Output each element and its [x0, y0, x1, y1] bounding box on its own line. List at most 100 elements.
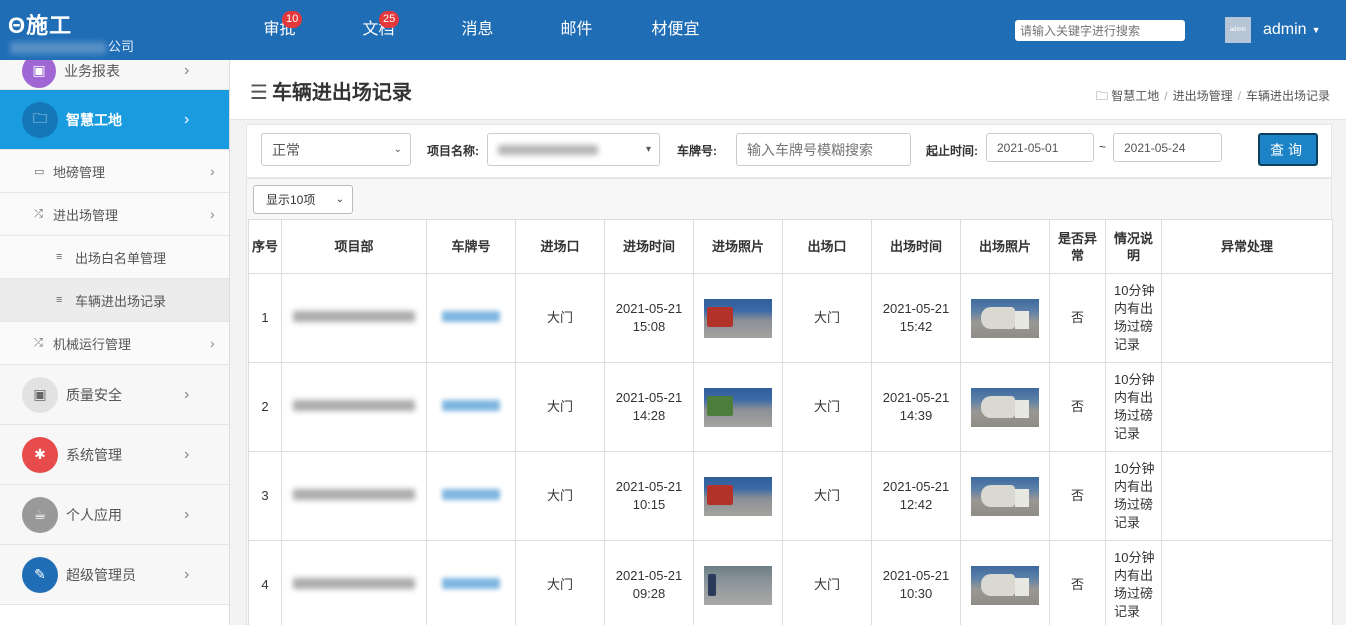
end-date-input[interactable]: 2021-05-24 — [1113, 133, 1222, 162]
exit-photo-cell — [960, 362, 1050, 452]
column-header: 出场照片 — [960, 219, 1050, 274]
situation-note: 10分钟内有出场过磅记录 — [1105, 362, 1162, 452]
logo[interactable]: Θ施工 公司 — [6, 8, 206, 56]
truck-cab-image — [1015, 488, 1029, 507]
entry-time: 2021-05-21 10:15 — [604, 451, 694, 541]
chevron-right-icon: › — [184, 505, 190, 523]
project-cell — [281, 540, 427, 625]
vehicle-records-table: 序号 项目部 车牌号 进场口 进场时间 进场照片 出场口 出场时间 出场照片 是… — [248, 219, 1333, 625]
user-menu[interactable]: admin admin ▼ — [1225, 17, 1321, 43]
exit-time: 2021-05-21 14:39 — [871, 362, 961, 452]
exit-photo-cell — [960, 540, 1050, 625]
sidebar-item-whitelist[interactable]: ≡ 出场白名单管理 — [0, 236, 229, 279]
entry-photo[interactable] — [704, 298, 772, 338]
coffee-icon: ☕ — [22, 496, 58, 533]
exit-photo[interactable] — [971, 387, 1039, 427]
entry-photo[interactable] — [704, 565, 772, 605]
blurred-plate-number — [442, 400, 500, 411]
exit-photo[interactable] — [971, 565, 1039, 605]
plate-cell[interactable] — [426, 362, 516, 452]
sidebar-item-vehicle-records[interactable]: ≡ 车辆进出场记录 — [0, 279, 229, 322]
nav-mail[interactable]: 邮件 — [527, 0, 626, 60]
chevron-right-icon: › — [184, 385, 190, 403]
page-size-select[interactable]: 显示10项 ⌄ — [253, 185, 353, 214]
entry-photo[interactable] — [704, 387, 772, 427]
status-select[interactable]: 正常 ⌄ — [261, 133, 411, 166]
sidebar-item-business-reports[interactable]: ▣ 业务报表 › — [0, 60, 229, 90]
entry-time: 2021-05-21 15:08 — [604, 273, 694, 363]
nav-label: 消息 — [461, 21, 494, 38]
breadcrumb-item[interactable]: 智慧工地 — [1111, 89, 1159, 103]
column-header: 情况说明 — [1105, 219, 1162, 274]
nav-messages[interactable]: 消息 — [428, 0, 527, 60]
sidebar-item-label: 机械运行管理 — [53, 336, 132, 352]
entry-photo[interactable] — [704, 476, 772, 516]
exit-photo[interactable] — [971, 476, 1039, 516]
sidebar-item-personal[interactable]: ☕ 个人应用 › — [0, 485, 229, 545]
breadcrumb-separator: / — [1164, 89, 1168, 103]
global-search-input[interactable] — [1015, 20, 1185, 41]
nav-approval[interactable]: 审批 10 — [230, 0, 329, 60]
plate-search-input[interactable] — [736, 133, 911, 166]
person-image — [708, 573, 716, 596]
abnormal-flag: 否 — [1049, 273, 1106, 363]
nav-label: 邮件 — [560, 21, 593, 38]
column-header: 出场时间 — [871, 219, 961, 274]
breadcrumb-item[interactable]: 进出场管理 — [1173, 89, 1233, 103]
plate-cell[interactable] — [426, 273, 516, 363]
nav-documents[interactable]: 文档 25 — [329, 0, 428, 60]
sidebar-item-smart-site[interactable]: 🗀 智慧工地 › — [0, 90, 229, 150]
chevron-right-icon: › — [210, 206, 215, 222]
project-select[interactable]: ▾ — [487, 133, 660, 166]
truck-image — [707, 395, 733, 416]
list-icon: ≡ — [56, 294, 63, 306]
row-number: 1 — [248, 273, 282, 363]
mixer-tank-image — [981, 573, 1015, 596]
sidebar-item-system[interactable]: ✱ 系统管理 › — [0, 425, 229, 485]
start-date-input[interactable]: 2021-05-01 — [986, 133, 1094, 162]
nav-materials[interactable]: 材便宜 — [626, 0, 725, 60]
sidebar-item-super-admin[interactable]: ✎ 超级管理员 › — [0, 545, 229, 605]
breadcrumb-item: 车辆进出场记录 — [1245, 89, 1330, 103]
username: admin — [1263, 21, 1307, 38]
chevron-right-icon: › — [184, 110, 190, 128]
chevron-down-icon: ▼ — [1311, 25, 1321, 35]
main-nav: 审批 10 文档 25 消息 邮件 材便宜 — [230, 0, 725, 60]
exit-gate: 大门 — [782, 362, 872, 452]
laptop-icon: ▭ — [34, 165, 45, 178]
sidebar-item-quality-safety[interactable]: ▣ 质量安全 › — [0, 365, 229, 425]
blurred-project-name — [293, 578, 415, 589]
column-header: 进场口 — [515, 219, 605, 274]
page-size-value: 显示10项 — [266, 193, 316, 207]
sidebar-item-entry-exit[interactable]: ⤮ 进出场管理 › — [0, 193, 229, 236]
chevron-right-icon: › — [210, 335, 215, 351]
sidebar: ▣ 业务报表 › 🗀 智慧工地 › ▭ 地磅管理 › ⤮ 进出场管理 › ≡ 出… — [0, 60, 230, 625]
exit-time: 2021-05-21 15:42 — [871, 273, 961, 363]
query-button[interactable]: 查询 — [1258, 133, 1318, 166]
sidebar-item-weighbridge[interactable]: ▭ 地磅管理 › — [0, 150, 229, 193]
plate-label: 车牌号: — [677, 144, 717, 158]
blurred-project-name — [293, 489, 415, 500]
wrench-icon: ✎ — [22, 556, 58, 593]
abnormal-handling — [1161, 362, 1333, 452]
truck-cab-image — [1015, 310, 1029, 329]
plate-cell[interactable] — [426, 451, 516, 541]
table-panel: 显示10项 ⌄ 序号 项目部 车牌号 进场口 进场时间 进场照片 出场口 出场时… — [246, 178, 1333, 625]
table-row: 1 大门 2021-05-21 15:08 大门 2021-05-21 15:4… — [248, 273, 1333, 363]
entry-photo-cell — [693, 362, 783, 452]
sidebar-item-machinery[interactable]: ⤮ 机械运行管理 › — [0, 322, 229, 365]
folder-icon: 🗀 — [1095, 89, 1108, 103]
exit-photo[interactable] — [971, 298, 1039, 338]
entry-gate: 大门 — [515, 273, 605, 363]
truck-image — [707, 484, 733, 505]
column-header: 进场照片 — [693, 219, 783, 274]
situation-note: 10分钟内有出场过磅记录 — [1105, 540, 1162, 625]
chevron-down-icon: ⌄ — [335, 194, 344, 205]
truck-cab-image — [1015, 577, 1029, 596]
sidebar-item-label: 地磅管理 — [53, 164, 106, 180]
folder-icon: 🗀 — [22, 101, 58, 138]
range-separator: ~ — [1099, 140, 1107, 154]
plate-cell[interactable] — [426, 540, 516, 625]
column-header: 车牌号 — [426, 219, 516, 274]
sidebar-item-label: 质量安全 — [66, 386, 122, 403]
